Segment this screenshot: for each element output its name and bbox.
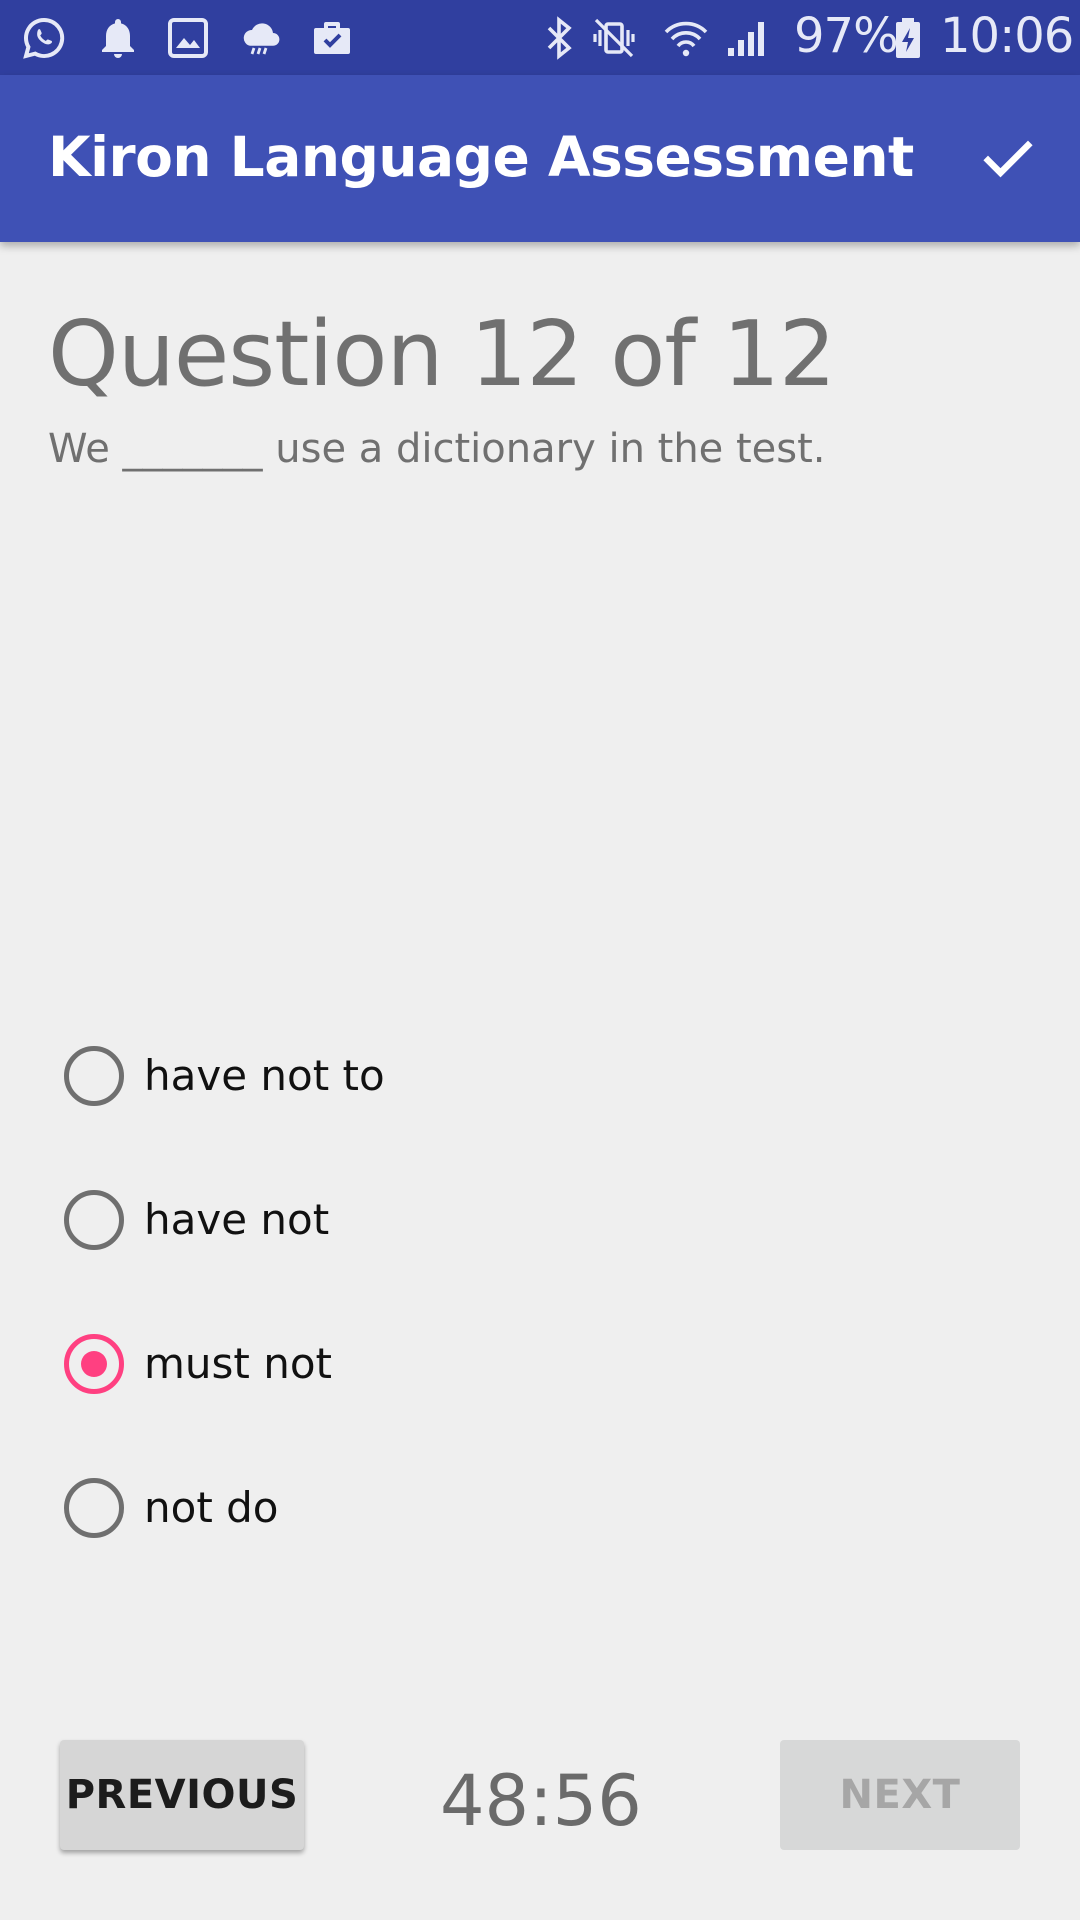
battery-charging-icon bbox=[896, 18, 920, 58]
battery-percent: 97% bbox=[794, 8, 899, 64]
option-label: have not to bbox=[144, 1051, 385, 1100]
gallery-icon bbox=[168, 18, 208, 58]
option-not-do[interactable]: not do bbox=[64, 1478, 1024, 1622]
option-have-not[interactable]: have not bbox=[64, 1190, 1024, 1334]
radio-button-selected[interactable] bbox=[64, 1334, 124, 1394]
navigation-bar: PREVIOUS 48:56 NEXT bbox=[0, 1740, 1080, 1860]
check-icon bbox=[983, 140, 1033, 178]
question-text: We _______ use a dictionary in the test. bbox=[48, 426, 826, 472]
question-heading: Question 12 of 12 bbox=[48, 302, 836, 407]
submit-button[interactable] bbox=[972, 123, 1044, 195]
app-bar: Kiron Language Assessment bbox=[0, 75, 1080, 242]
whatsapp-icon bbox=[23, 17, 65, 59]
bluetooth-icon bbox=[547, 16, 572, 60]
option-label: have not bbox=[144, 1195, 330, 1244]
status-bar: 97% 10:06 bbox=[0, 0, 1080, 75]
notification-bell-icon bbox=[102, 19, 134, 58]
briefcase-check-icon bbox=[314, 22, 350, 54]
option-must-not[interactable]: must not bbox=[64, 1334, 1024, 1478]
answer-options: have not to have not must not not do bbox=[64, 1046, 1024, 1622]
previous-button[interactable]: PREVIOUS bbox=[60, 1740, 304, 1850]
radio-button[interactable] bbox=[64, 1190, 124, 1250]
option-label: must not bbox=[144, 1339, 333, 1388]
option-label: not do bbox=[144, 1483, 279, 1532]
app-title: Kiron Language Assessment bbox=[48, 125, 914, 189]
weather-icon bbox=[243, 23, 280, 55]
mute-vibrate-icon bbox=[593, 18, 635, 58]
radio-button[interactable] bbox=[64, 1478, 124, 1538]
wifi-icon bbox=[664, 21, 708, 57]
radio-button[interactable] bbox=[64, 1046, 124, 1106]
signal-icon bbox=[728, 22, 764, 56]
countdown-timer: 48:56 bbox=[440, 1760, 642, 1842]
clock: 10:06 bbox=[940, 8, 1074, 64]
next-button[interactable]: NEXT bbox=[780, 1740, 1020, 1850]
option-have-not-to[interactable]: have not to bbox=[64, 1046, 1024, 1190]
